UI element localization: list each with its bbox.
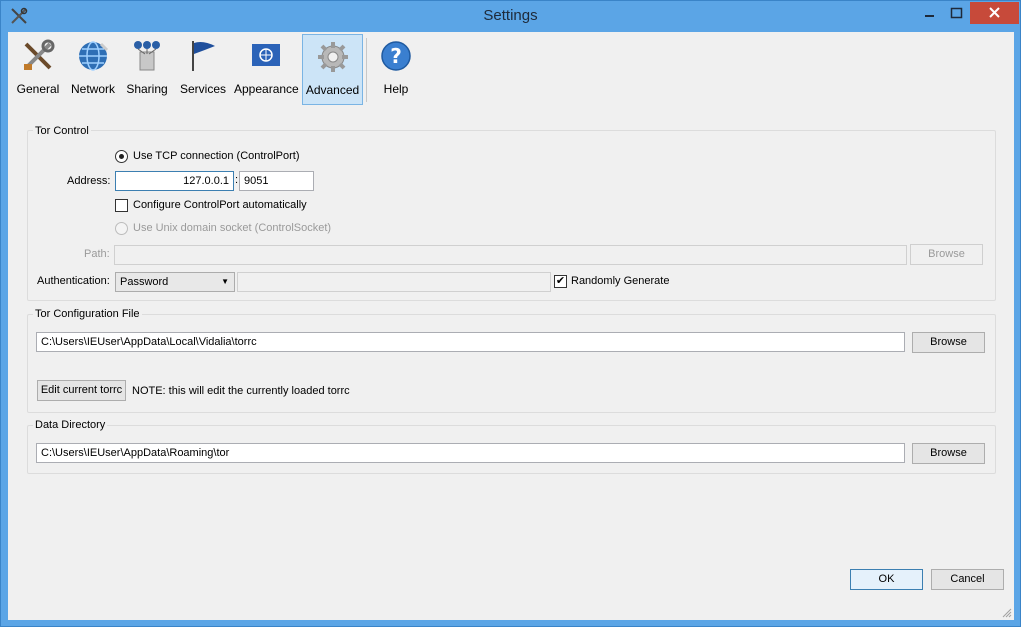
tab-label: Help bbox=[383, 82, 409, 96]
tab-general[interactable]: General bbox=[12, 34, 64, 104]
path-label: Path: bbox=[84, 248, 110, 260]
svg-text:?: ? bbox=[390, 44, 402, 68]
ok-button[interactable]: OK bbox=[850, 569, 923, 590]
address-label: Address: bbox=[67, 175, 111, 187]
tab-label: Advanced bbox=[305, 83, 360, 97]
data-directory-input[interactable]: C:\Users\IEUser\AppData\Roaming\tor bbox=[36, 443, 905, 463]
password-input[interactable] bbox=[237, 272, 551, 292]
tab-help[interactable]: ? Help bbox=[372, 34, 420, 104]
configure-auto-checkbox[interactable] bbox=[115, 199, 128, 212]
authentication-select[interactable]: Password ▼ bbox=[115, 272, 235, 292]
tab-label: Sharing bbox=[126, 82, 168, 96]
use-tcp-label: Use TCP connection (ControlPort) bbox=[133, 150, 300, 162]
resize-grip-icon[interactable] bbox=[1002, 608, 1012, 618]
use-unix-radio[interactable] bbox=[115, 222, 128, 235]
use-unix-label: Use Unix domain socket (ControlSocket) bbox=[133, 222, 332, 234]
cancel-button[interactable]: Cancel bbox=[931, 569, 1004, 590]
help-icon: ? bbox=[381, 41, 411, 71]
configure-auto-label: Configure ControlPort automatically bbox=[133, 199, 307, 211]
toolbar-separator bbox=[366, 38, 367, 102]
tab-sharing[interactable]: Sharing bbox=[123, 34, 171, 104]
network-globe-icon bbox=[79, 41, 109, 71]
maximize-icon[interactable] bbox=[943, 2, 970, 24]
tab-label: General bbox=[16, 82, 60, 96]
port-input[interactable]: 9051 bbox=[239, 171, 314, 191]
tab-advanced[interactable]: Advanced bbox=[302, 34, 363, 105]
tab-label: Appearance bbox=[234, 82, 299, 96]
address-input[interactable]: 127.0.0.1 bbox=[115, 171, 234, 191]
group-title: Data Directory bbox=[33, 419, 108, 431]
socket-browse-button[interactable]: Browse bbox=[910, 244, 983, 265]
authentication-value: Password bbox=[120, 276, 169, 288]
settings-toolbar: General Network Sharing Services Appeara… bbox=[8, 32, 1014, 108]
window-title: Settings bbox=[483, 7, 538, 24]
torrc-note: NOTE: this will edit the currently loade… bbox=[132, 385, 350, 397]
socket-path-input[interactable] bbox=[114, 245, 907, 265]
tab-appearance[interactable]: Appearance bbox=[234, 34, 299, 104]
sharing-relay-icon bbox=[134, 41, 160, 71]
services-flag-icon bbox=[192, 41, 215, 71]
appearance-flag-icon bbox=[252, 44, 280, 66]
randomly-generate-checkbox[interactable]: ✔ bbox=[554, 275, 567, 288]
tab-label: Services bbox=[179, 82, 226, 96]
minimize-icon[interactable] bbox=[916, 2, 943, 24]
tab-label: Network bbox=[70, 82, 115, 96]
address-separator: : bbox=[235, 174, 239, 186]
randomly-generate-label: Randomly Generate bbox=[571, 275, 670, 287]
edit-torrc-button[interactable]: Edit current torrc bbox=[37, 380, 126, 401]
chevron-down-icon: ▼ bbox=[221, 277, 229, 286]
settings-client-area: General Network Sharing Services Appeara… bbox=[8, 32, 1014, 620]
title-bar[interactable]: Settings bbox=[1, 1, 1020, 32]
torrc-path-input[interactable]: C:\Users\IEUser\AppData\Local\Vidalia\to… bbox=[36, 332, 905, 352]
tools-icon bbox=[24, 39, 55, 70]
data-directory-browse-button[interactable]: Browse bbox=[912, 443, 985, 464]
gear-icon bbox=[317, 42, 348, 72]
torrc-browse-button[interactable]: Browse bbox=[912, 332, 985, 353]
authentication-label: Authentication: bbox=[37, 275, 110, 287]
use-tcp-radio[interactable] bbox=[115, 150, 128, 163]
settings-window: Settings General Network Sharing Service… bbox=[0, 0, 1021, 627]
group-title: Tor Configuration File bbox=[33, 308, 142, 320]
tab-services[interactable]: Services bbox=[178, 34, 228, 104]
group-title: Tor Control bbox=[33, 125, 91, 137]
tab-network[interactable]: Network bbox=[66, 34, 120, 104]
close-icon[interactable] bbox=[970, 2, 1019, 24]
torrc-group bbox=[27, 314, 996, 413]
